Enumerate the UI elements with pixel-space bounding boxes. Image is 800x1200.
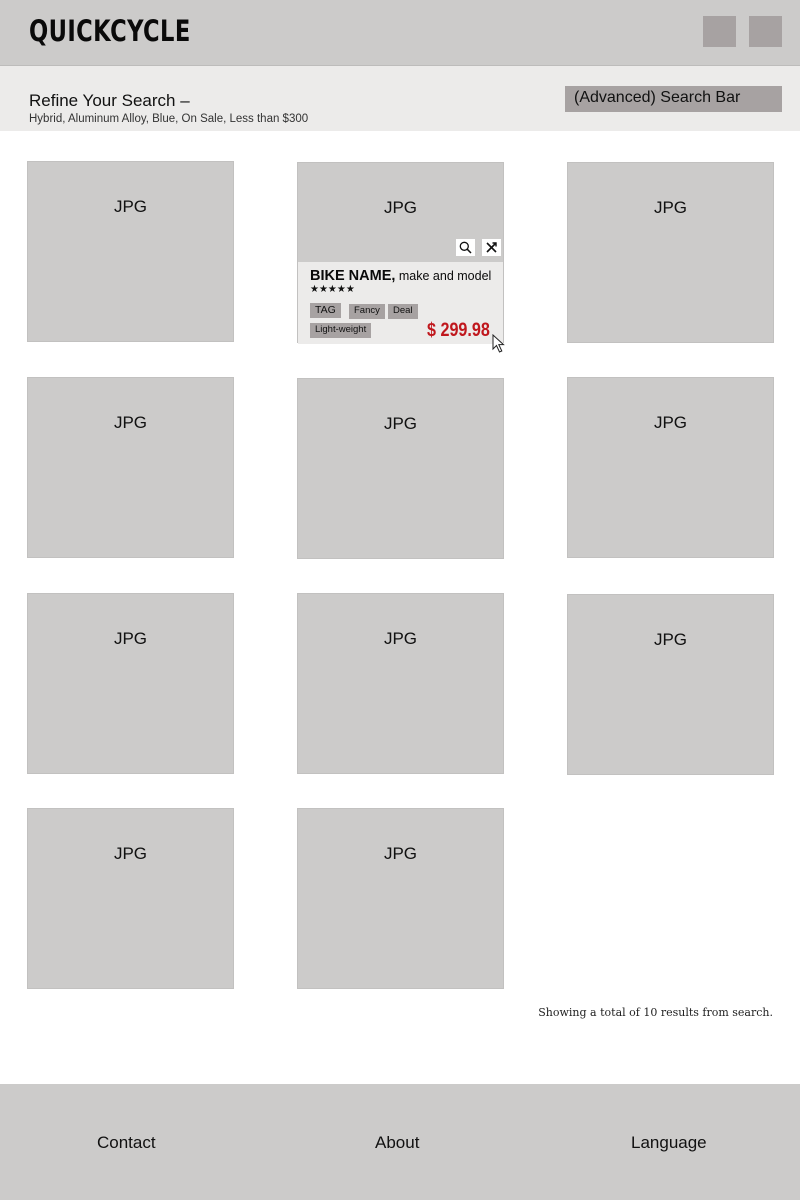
image-placeholder: JPG [383, 414, 418, 433]
image-placeholder: JPG [383, 844, 418, 863]
footer-link-contact[interactable]: Contact [97, 1133, 156, 1153]
price: $ 299.98 [427, 320, 490, 341]
product-tile[interactable]: JPG [567, 162, 774, 343]
search-icon [459, 241, 472, 254]
tag-chip[interactable]: Deal [388, 304, 418, 319]
product-tile[interactable]: JPG [27, 593, 234, 774]
compare-button[interactable] [482, 239, 501, 256]
product-tile[interactable]: JPG [27, 377, 234, 558]
image-placeholder: JPG [113, 413, 148, 432]
product-tile[interactable]: JPG [297, 593, 504, 774]
product-tile[interactable]: JPG [27, 161, 234, 342]
active-filters[interactable]: Hybrid, Aluminum Alloy, Blue, On Sale, L… [29, 113, 308, 125]
footer-link-language[interactable]: Language [631, 1133, 707, 1153]
image-placeholder: JPG [653, 413, 688, 432]
refine-search-bar: Refine Your Search – Hybrid, Aluminum Al… [0, 66, 800, 131]
image-placeholder: JPG [383, 629, 418, 648]
product-tile[interactable]: JPG [297, 378, 504, 559]
image-placeholder: JPG [653, 630, 688, 649]
mouse-cursor-icon [492, 334, 505, 353]
bike-model: make and model [395, 269, 492, 283]
image-placeholder: JPG [653, 198, 688, 217]
product-info-panel: BIKE NAME, make and model ★★★★★ TAG Fanc… [298, 262, 503, 344]
image-placeholder: JPG [113, 629, 148, 648]
header-button-1[interactable] [703, 16, 736, 47]
bike-name-text: BIKE NAME, [310, 268, 396, 284]
product-tile-hovered[interactable]: JPG BIKE NAME, make and model ★★★★★ TAG … [297, 162, 504, 344]
tag-chip[interactable]: Fancy [349, 304, 385, 319]
tag-chip[interactable]: Light-weight [310, 323, 372, 338]
star-rating: ★★★★★ [310, 284, 355, 295]
footer-link-about[interactable]: About [375, 1133, 419, 1153]
bike-name[interactable]: BIKE NAME, make and model [310, 268, 491, 284]
image-placeholder: JPG [383, 198, 418, 217]
advanced-search-input[interactable]: (Advanced) Search Bar [565, 86, 782, 112]
product-tile[interactable]: JPG [297, 808, 504, 989]
product-tile[interactable]: JPG [567, 594, 774, 775]
refine-title: Refine Your Search – [29, 91, 190, 110]
header-button-2[interactable] [749, 16, 782, 47]
shuffle-icon [486, 242, 497, 253]
site-header: QUICKCYCLE [0, 0, 800, 66]
quick-view-button[interactable] [456, 239, 475, 256]
product-tile[interactable]: JPG [27, 808, 234, 989]
tag-chip[interactable]: TAG [310, 303, 341, 318]
site-logo[interactable]: QUICKCYCLE [29, 14, 191, 48]
image-placeholder: JPG [113, 844, 148, 863]
results-count: Showing a total of 10 results from searc… [538, 1006, 773, 1019]
product-tile[interactable]: JPG [567, 377, 774, 558]
image-placeholder: JPG [113, 197, 148, 216]
